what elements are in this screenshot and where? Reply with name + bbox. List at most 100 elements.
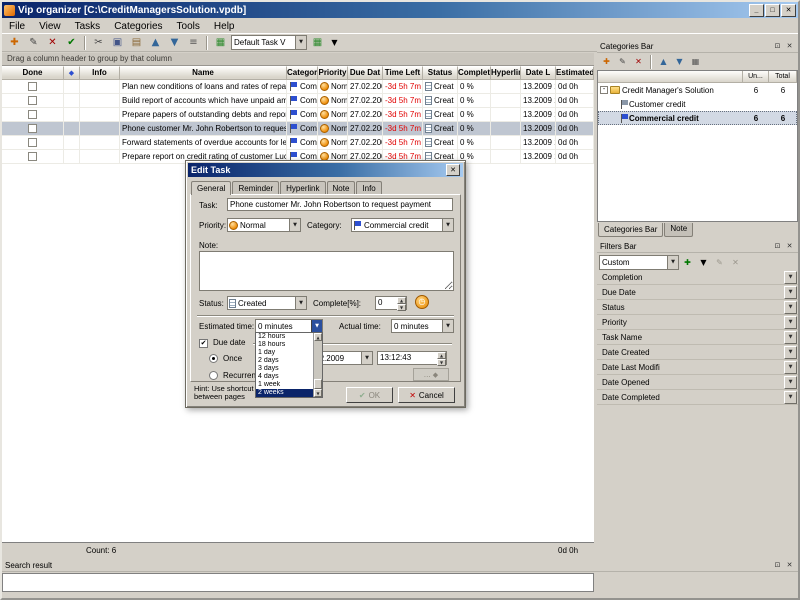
chevron-down-icon[interactable]: ▼: [442, 219, 453, 231]
dropdown-option[interactable]: 2 days: [256, 357, 313, 365]
template-menu-chevron-icon[interactable]: ▼: [327, 36, 342, 49]
dropdown-option[interactable]: 3 days: [256, 365, 313, 373]
column-status[interactable]: Status: [423, 66, 458, 80]
complete-spinner[interactable]: 0 ▲ ▼: [375, 296, 407, 310]
edit-filter-icon[interactable]: ✎: [712, 256, 727, 269]
spin-down-icon[interactable]: ▼: [397, 304, 406, 311]
category-select[interactable]: Commercial credit ▼: [351, 218, 454, 232]
cut-icon[interactable]: ✂: [89, 35, 108, 51]
edit-task-icon[interactable]: ✎: [24, 35, 43, 51]
delete-task-icon[interactable]: ✕: [43, 35, 62, 51]
spin-down-icon[interactable]: ▼: [437, 359, 446, 366]
tree-item-customer-credit[interactable]: Customer credit: [598, 97, 797, 111]
add-category-icon[interactable]: ✚: [599, 55, 614, 68]
task-template-select[interactable]: Default Task V ▼: [231, 35, 307, 50]
tree-item-root[interactable]: - Credit Manager's Solution 6 6: [598, 83, 797, 97]
group-by-bar[interactable]: Drag a column header to group by that co…: [2, 53, 594, 66]
new-task-icon[interactable]: ✚: [5, 35, 24, 51]
column-info[interactable]: Info: [80, 66, 120, 80]
done-checkbox[interactable]: [28, 110, 37, 119]
column-done[interactable]: Done: [2, 66, 64, 80]
chevron-down-icon[interactable]: ▼: [442, 320, 453, 332]
tab-categories-bar[interactable]: Categories Bar: [598, 223, 663, 237]
tree-column-uncompleted[interactable]: Un...: [743, 71, 769, 83]
scroll-down-icon[interactable]: ▼: [314, 389, 322, 397]
maximize-button[interactable]: □: [765, 4, 780, 17]
column-complete[interactable]: Complete: [458, 66, 491, 80]
pin-icon[interactable]: ⊡: [772, 41, 783, 52]
task-row[interactable]: Forward statements of overdue accounts f…: [2, 136, 594, 150]
menu-categories[interactable]: Categories: [107, 20, 169, 33]
apply-template-icon[interactable]: ▦: [308, 35, 327, 51]
tab-note[interactable]: Note: [327, 181, 356, 195]
dropdown-option[interactable]: 4 days: [256, 373, 313, 381]
scroll-thumb[interactable]: [314, 379, 322, 389]
close-button[interactable]: ✕: [781, 4, 796, 17]
menu-file[interactable]: File: [2, 20, 32, 33]
note-textarea[interactable]: [199, 251, 454, 291]
close-panel-icon[interactable]: ✕: [784, 560, 795, 571]
chevron-down-icon[interactable]: ▼: [289, 219, 300, 231]
column-date-last-modified[interactable]: Date L: [521, 66, 556, 80]
chevron-down-icon[interactable]: ▼: [784, 316, 797, 329]
move-up-icon[interactable]: ▲: [146, 35, 165, 51]
tree-column-total[interactable]: Total: [769, 71, 797, 83]
chevron-down-icon[interactable]: ▼: [784, 331, 797, 344]
column-name[interactable]: Name: [120, 66, 287, 80]
task-row[interactable]: Build report of accounts which have unpa…: [2, 94, 594, 108]
done-checkbox[interactable]: [28, 152, 37, 161]
filter-preset-select[interactable]: Custom ▼: [599, 255, 679, 270]
done-checkbox[interactable]: [28, 124, 37, 133]
column-time-left[interactable]: Time Left: [383, 66, 423, 80]
task-row[interactable]: Prepare papers of outstanding debts and …: [2, 108, 594, 122]
delete-category-icon[interactable]: ✕: [631, 55, 646, 68]
due-date-checkbox[interactable]: ✔: [199, 339, 208, 348]
chevron-down-icon[interactable]: ▼: [295, 36, 306, 49]
once-radio[interactable]: [209, 354, 218, 363]
column-priority[interactable]: Priority: [318, 66, 348, 80]
dropdown-option-highlighted[interactable]: 2 weeks: [256, 389, 313, 397]
recurrence-browse-button[interactable]: … ◆: [413, 368, 449, 381]
scroll-track[interactable]: [314, 341, 322, 379]
chevron-down-icon[interactable]: ▼: [361, 352, 372, 364]
chevron-down-icon[interactable]: ▼: [311, 320, 322, 332]
tab-info[interactable]: Info: [356, 181, 381, 195]
pin-icon[interactable]: ⊡: [772, 560, 783, 571]
ok-button[interactable]: ✔ OK: [346, 387, 393, 403]
paste-icon[interactable]: ▤: [127, 35, 146, 51]
close-panel-icon[interactable]: ✕: [784, 41, 795, 52]
tree-item-commercial-credit[interactable]: Commercial credit 6 6: [598, 111, 797, 125]
tree-column-name[interactable]: [598, 71, 743, 83]
chevron-down-icon[interactable]: ▼: [784, 301, 797, 314]
column-icon[interactable]: ◆: [64, 66, 80, 80]
chevron-down-icon[interactable]: ▼: [784, 376, 797, 389]
chevron-down-icon[interactable]: ▼: [784, 391, 797, 404]
chevron-down-icon[interactable]: ▼: [784, 346, 797, 359]
dropdown-option[interactable]: 1 day: [256, 349, 313, 357]
menu-help[interactable]: Help: [207, 20, 242, 33]
minimize-button[interactable]: _: [749, 4, 764, 17]
column-due-date[interactable]: Due Dat: [348, 66, 383, 80]
collapse-icon[interactable]: -: [600, 86, 608, 94]
close-panel-icon[interactable]: ✕: [784, 241, 795, 252]
task-input[interactable]: [227, 198, 453, 211]
due-time-spinner[interactable]: 13:12:43 ▲ ▼: [377, 351, 447, 365]
chevron-down-icon[interactable]: ▼: [784, 271, 797, 284]
scroll-up-icon[interactable]: ▲: [314, 333, 322, 341]
priority-select[interactable]: Normal ▼: [227, 218, 301, 232]
edit-category-icon[interactable]: ✎: [615, 55, 630, 68]
tab-hyperlink[interactable]: Hyperlink: [280, 181, 325, 195]
filter-menu-icon[interactable]: ▼: [696, 256, 711, 269]
done-checkbox[interactable]: [28, 96, 37, 105]
done-checkbox[interactable]: [28, 138, 37, 147]
done-checkbox[interactable]: [28, 82, 37, 91]
menu-tools[interactable]: Tools: [170, 20, 207, 33]
menu-view[interactable]: View: [32, 20, 68, 33]
copy-icon[interactable]: ▣: [108, 35, 127, 51]
delete-filter-icon[interactable]: ✕: [728, 256, 743, 269]
task-template-icon[interactable]: ▦: [211, 35, 230, 51]
chevron-down-icon[interactable]: ▼: [667, 256, 678, 269]
dropdown-option[interactable]: 18 hours: [256, 341, 313, 349]
add-filter-icon[interactable]: ✚: [680, 256, 695, 269]
recurrence-radio[interactable]: [209, 371, 218, 380]
